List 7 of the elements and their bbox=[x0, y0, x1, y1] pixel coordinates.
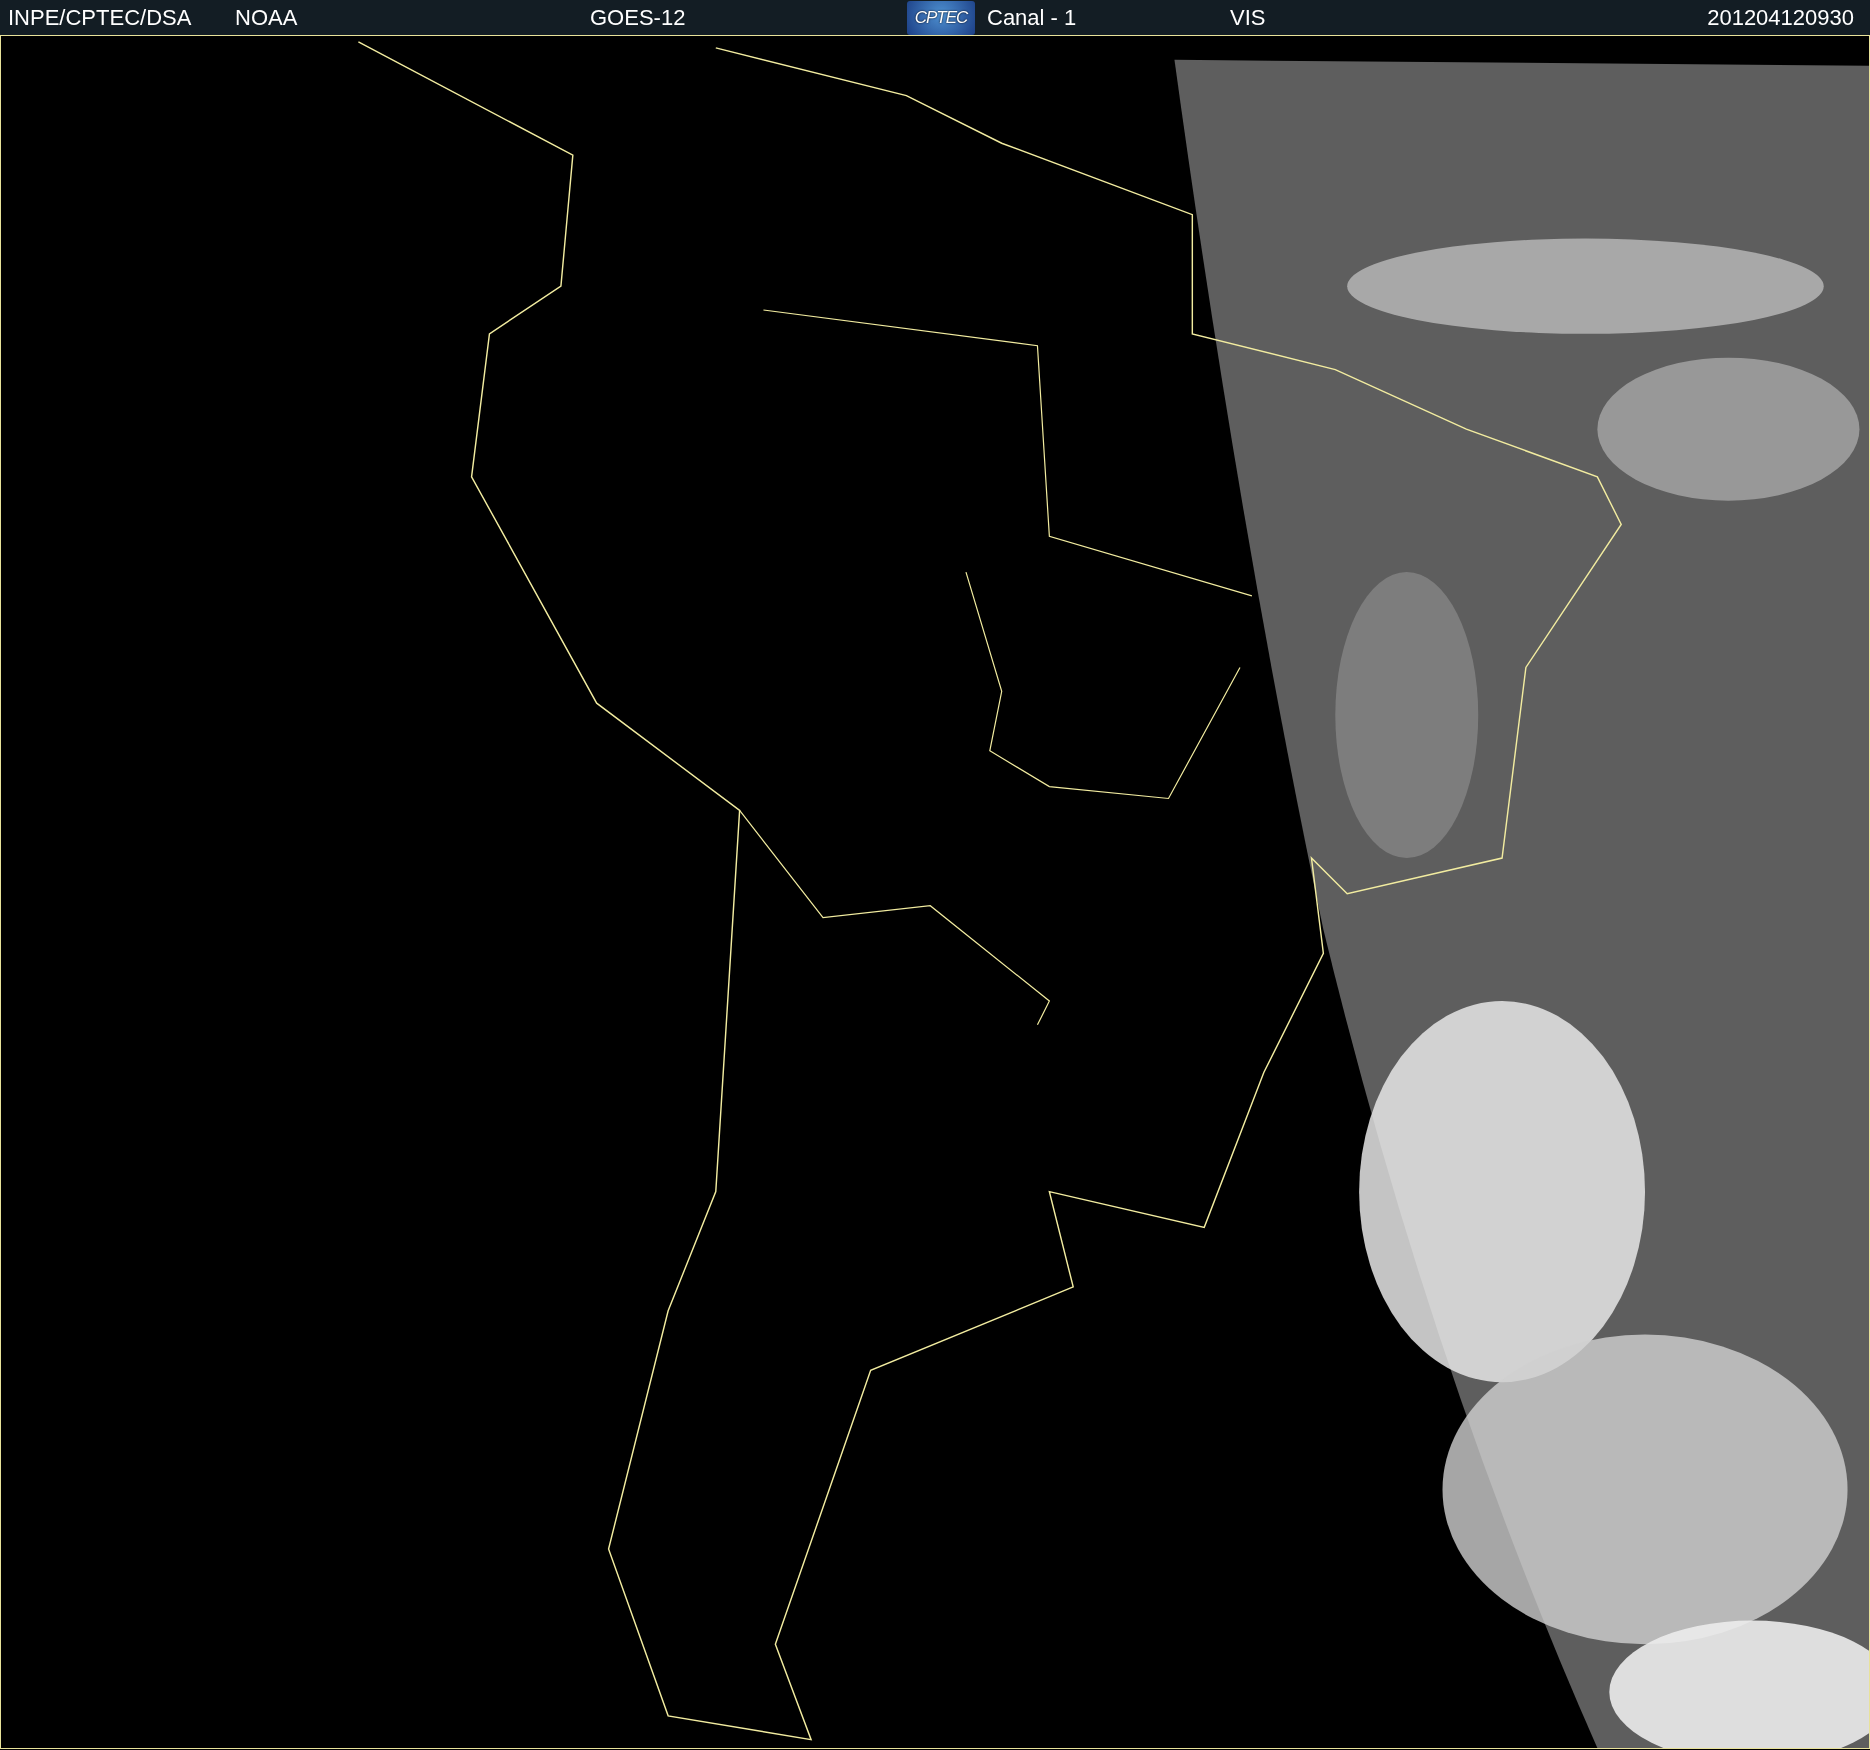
logo: CPTEC bbox=[907, 0, 975, 35]
source-label: INPE/CPTEC/DSA bbox=[7, 4, 193, 32]
satellite-label: GOES-12 bbox=[590, 4, 687, 32]
agency-label: NOAA bbox=[235, 4, 299, 32]
channel-label: Canal - 1 bbox=[987, 4, 1078, 32]
timestamp-label: 201204120930 bbox=[1706, 4, 1855, 32]
band-label: VIS bbox=[1230, 4, 1267, 32]
